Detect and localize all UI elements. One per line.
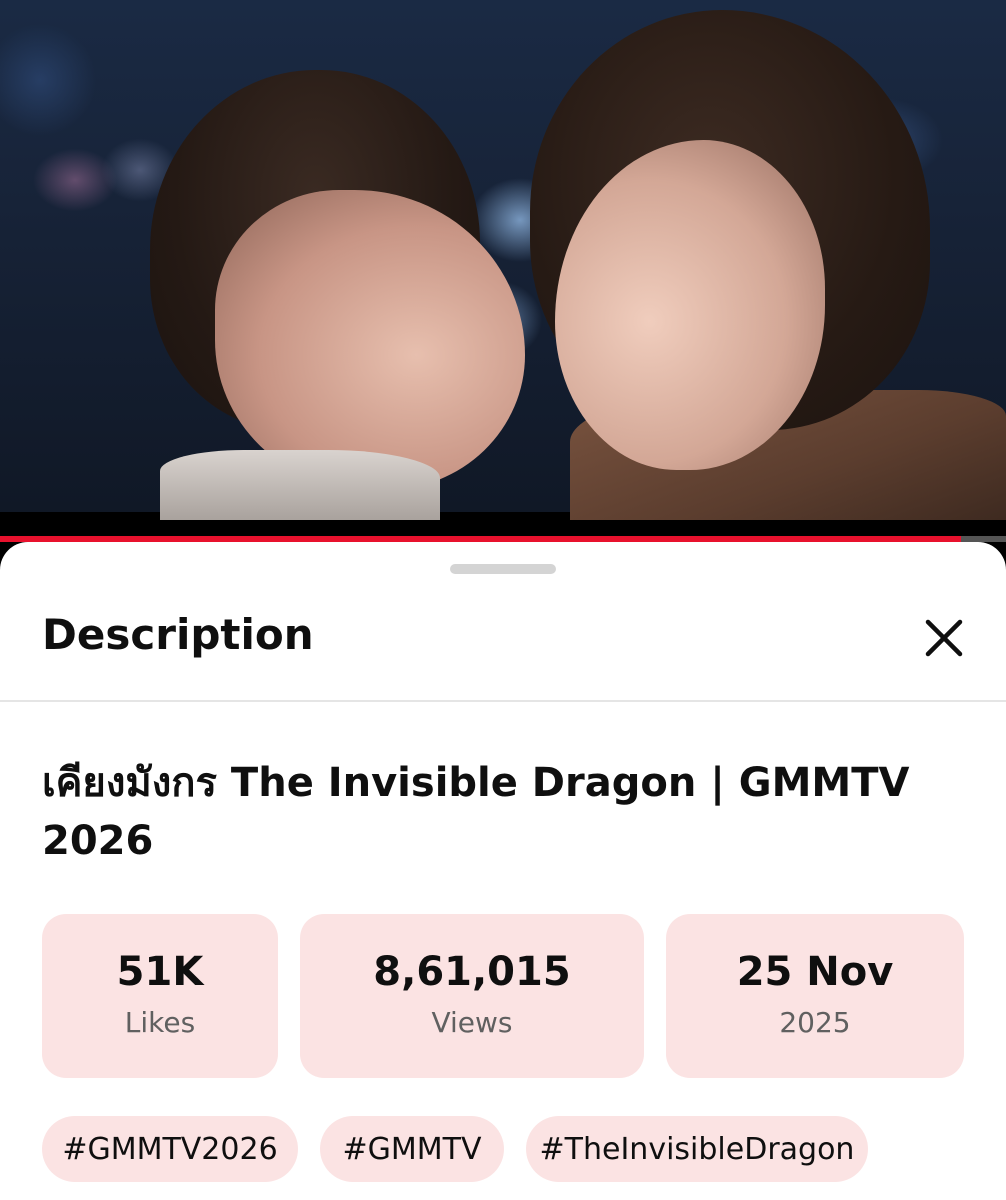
sheet-title: Description xyxy=(42,610,314,659)
close-button[interactable] xyxy=(918,612,970,664)
views-stat: 8,61,015 Views xyxy=(300,914,644,1078)
likes-label: Likes xyxy=(124,1006,196,1039)
divider xyxy=(0,700,1006,702)
video-frame[interactable] xyxy=(0,0,1006,520)
person-left-collar xyxy=(160,450,440,520)
likes-stat: 51K Likes xyxy=(42,914,278,1078)
likes-count: 51K xyxy=(116,949,204,995)
video-title: เคียงมังกร The Invisible Dragon | GMMTV … xyxy=(42,760,910,864)
publish-year: 2025 xyxy=(779,1006,851,1039)
video-player[interactable] xyxy=(0,0,1006,536)
hashtag-chip[interactable]: #TheInvisibleDragon xyxy=(526,1116,868,1182)
hashtag-chip[interactable]: #GMMTV2026 xyxy=(42,1116,298,1182)
views-count: 8,61,015 xyxy=(373,949,571,995)
publish-date: 25 Nov xyxy=(736,949,894,995)
description-sheet: Description เคียงมังกร The Invisible Dra… xyxy=(0,542,1006,1200)
date-stat: 25 Nov 2025 xyxy=(666,914,964,1078)
hashtag-chip[interactable]: #GMMTV xyxy=(320,1116,504,1182)
views-label: Views xyxy=(431,1006,513,1039)
drag-handle[interactable] xyxy=(450,564,556,574)
close-icon xyxy=(925,619,963,657)
